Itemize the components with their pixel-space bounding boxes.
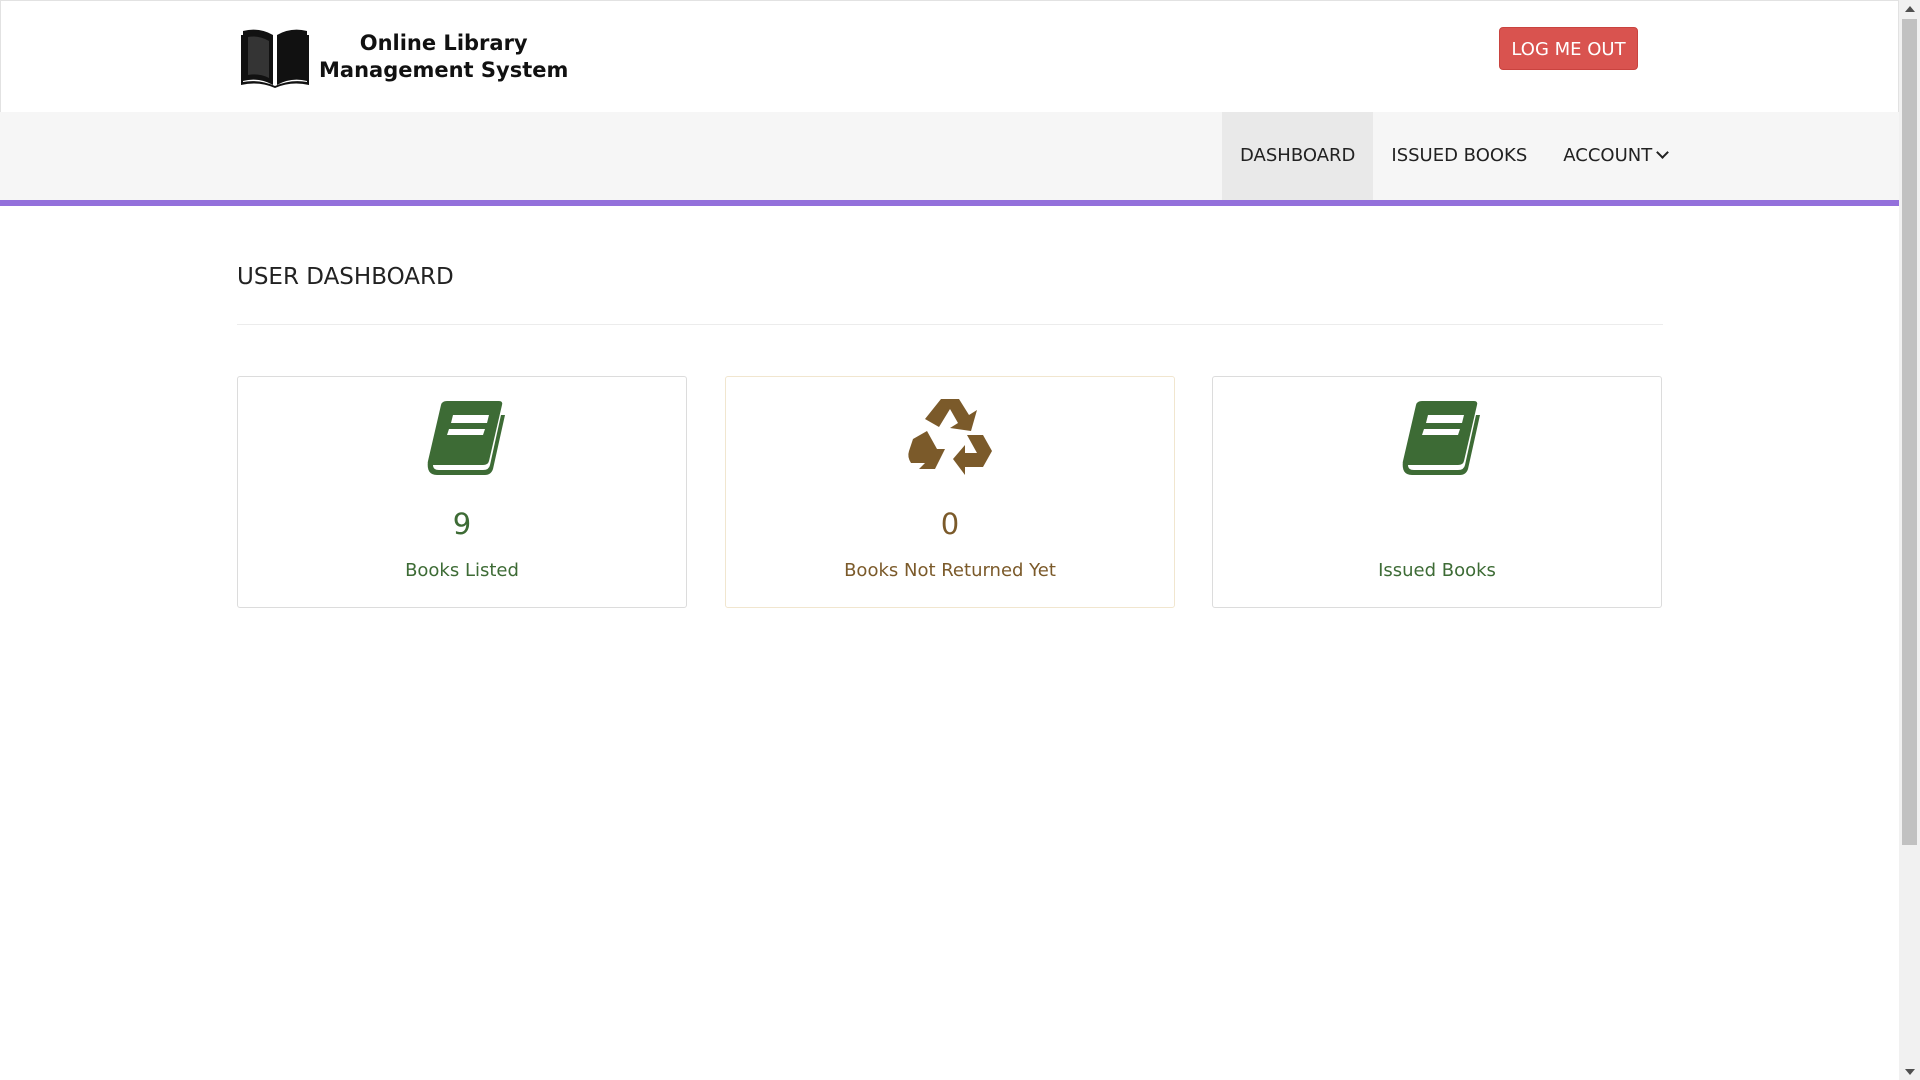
brand-logo[interactable]: Online Library Management System [241, 25, 568, 89]
nav-item-issued-books[interactable]: ISSUED BOOKS [1373, 112, 1545, 200]
nav-item-dashboard[interactable]: DASHBOARD [1222, 112, 1374, 200]
stat-label: Issued Books [1378, 560, 1496, 581]
divider [237, 324, 1663, 325]
scroll-up-arrow-icon[interactable] [1899, 0, 1920, 17]
page: Online Library Management System LOG ME … [0, 0, 1899, 1080]
nav-item-label: DASHBOARD [1240, 145, 1356, 166]
logout-button[interactable]: LOG ME OUT [1499, 27, 1638, 70]
stat-count: 0 [940, 507, 960, 541]
scroll-down-arrow-icon[interactable] [1899, 1063, 1920, 1080]
nav-item-account[interactable]: ACCOUNT [1545, 112, 1685, 200]
main-navbar: DASHBOARD ISSUED BOOKS ACCOUNT [0, 112, 1899, 206]
stat-label: Books Not Returned Yet [844, 560, 1056, 581]
nav-item-label: ISSUED BOOKS [1391, 145, 1528, 166]
stat-card-books-listed[interactable]: 9 Books Listed [237, 376, 687, 608]
book-icon [427, 401, 505, 475]
brand-name: Online Library Management System [319, 30, 568, 84]
book-icon [1402, 401, 1480, 475]
nav-menu: DASHBOARD ISSUED BOOKS ACCOUNT [1222, 112, 1685, 200]
stat-card-issued-books[interactable]: Issued Books [1212, 376, 1662, 608]
open-book-icon [241, 29, 309, 88]
page-title: USER DASHBOARD [237, 264, 454, 290]
nav-item-label: ACCOUNT [1563, 145, 1653, 166]
header: Online Library Management System LOG ME … [0, 0, 1899, 113]
stat-count: 9 [452, 507, 472, 541]
vertical-scrollbar[interactable] [1899, 0, 1920, 1080]
scrollbar-thumb[interactable] [1902, 19, 1917, 845]
chevron-down-icon [1656, 146, 1670, 159]
stat-card-books-not-returned[interactable]: 0 Books Not Returned Yet [725, 376, 1175, 608]
stat-label: Books Listed [405, 560, 519, 581]
recycle-icon [908, 399, 992, 475]
brand-line-1: Online Library [359, 31, 528, 55]
brand-line-2: Management System [319, 58, 569, 82]
